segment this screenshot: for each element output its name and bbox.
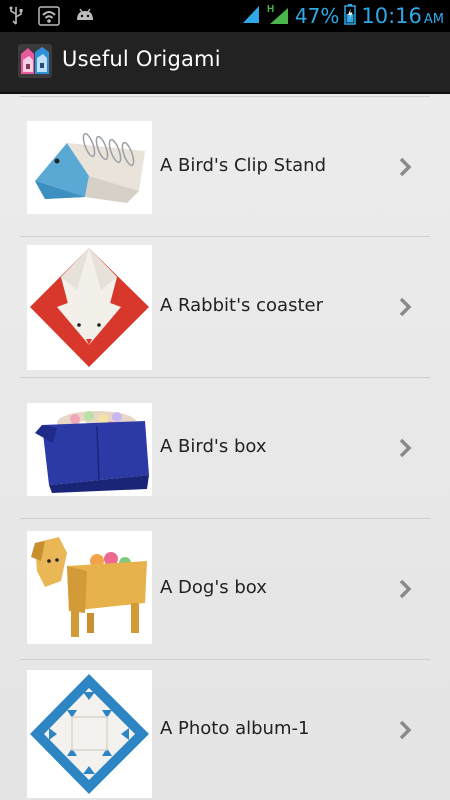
signal-h-icon: H [266, 2, 290, 30]
dog-box-image [27, 531, 152, 644]
network-type-label: H [267, 4, 274, 15]
bird-clip-stand-image [27, 121, 152, 214]
list-item[interactable]: A Photo album-1 [0, 660, 450, 800]
rabbit-coaster-image [27, 245, 152, 370]
chevron-right-icon [399, 438, 412, 458]
android-icon [74, 6, 96, 30]
chevron-right-icon [399, 720, 412, 740]
list-item[interactable]: A Dog's box [0, 519, 450, 660]
app-title: Useful Origami [62, 47, 221, 71]
photo-album-image [27, 670, 152, 798]
usb-icon [8, 6, 24, 30]
list-item[interactable]: A Rabbit's coaster [0, 237, 450, 378]
origami-list: A Bird's Clip Stand A Rabbit's coaster A… [0, 94, 450, 800]
chevron-right-icon [399, 157, 412, 177]
list-item[interactable]: A Bird's box [0, 378, 450, 519]
clock-time: 10:16 [361, 4, 422, 28]
list-item-label: A Photo album-1 [160, 718, 310, 739]
origami-app-icon[interactable] [18, 44, 52, 78]
list-item-label: A Dog's box [160, 577, 267, 598]
chevron-right-icon [399, 579, 412, 599]
clock: 10:16 AM [361, 4, 444, 28]
signal-icon [241, 3, 261, 29]
chevron-right-icon [399, 297, 412, 317]
wifi-icon [38, 6, 60, 30]
battery-icon [344, 3, 357, 29]
battery-percent: 47% [294, 4, 340, 28]
list-item-label: A Rabbit's coaster [160, 295, 323, 316]
list-item-label: A Bird's Clip Stand [160, 155, 327, 176]
clock-ampm: AM [423, 12, 444, 27]
status-bar: H 47% 10:16 AM [0, 0, 450, 32]
list-item[interactable]: A Bird's Clip Stand [0, 96, 450, 237]
action-bar: Useful Origami [0, 32, 450, 94]
list-item-label: A Bird's box [160, 436, 267, 457]
bird-box-image [27, 403, 152, 496]
